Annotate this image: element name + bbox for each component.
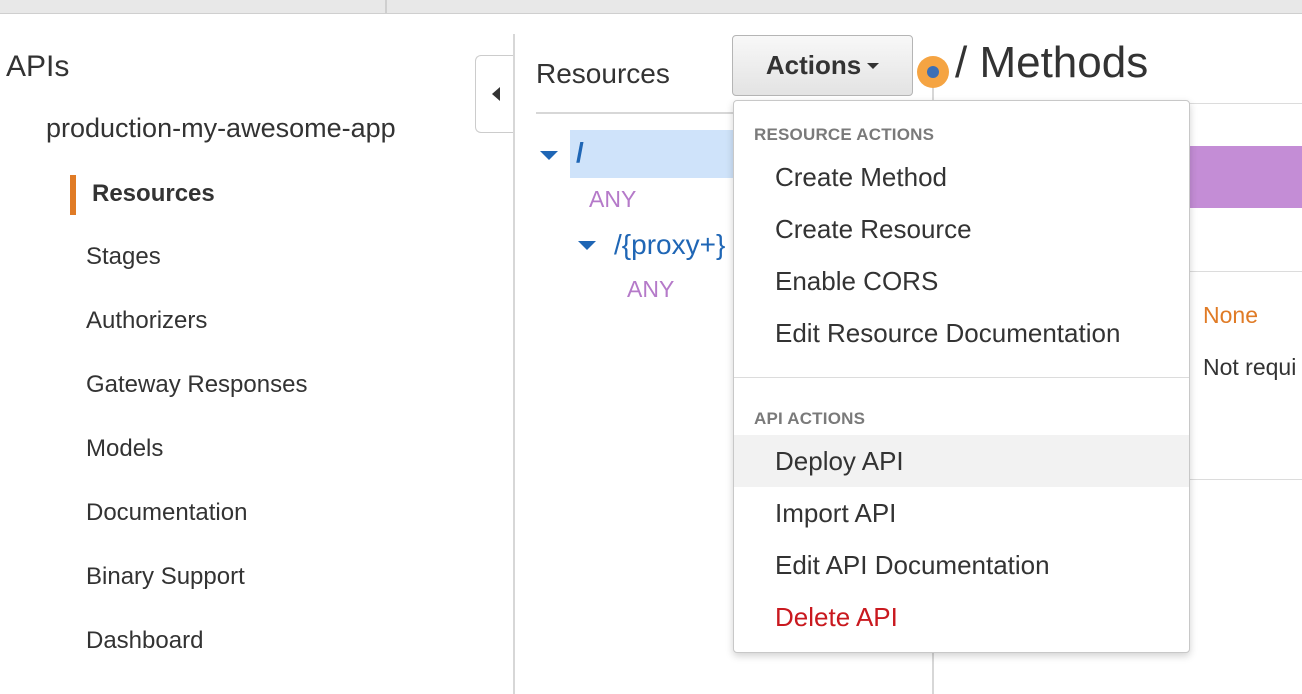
sidebar-item-stages[interactable]: Stages <box>86 243 161 271</box>
sidebar-item-binary-support[interactable]: Binary Support <box>86 563 245 591</box>
divider <box>1188 271 1302 272</box>
menu-item-enable-cors[interactable]: Enable CORS <box>734 255 1189 307</box>
actions-dropdown-menu: RESOURCE ACTIONS Create Method Create Re… <box>733 100 1190 653</box>
sidebar-item-gateway-responses[interactable]: Gateway Responses <box>86 371 307 399</box>
chevron-left-icon <box>491 87 500 101</box>
methods-title: / Methods <box>955 38 1149 87</box>
method-any[interactable]: ANY <box>589 186 636 213</box>
hotspot-icon[interactable] <box>917 56 949 88</box>
expand-arrow-icon[interactable] <box>578 241 596 250</box>
api-actions-section: API ACTIONS <box>754 409 866 428</box>
api-key-value: Not requi <box>1203 354 1297 380</box>
menu-item-create-resource[interactable]: Create Resource <box>734 203 1189 255</box>
sidebar-item-documentation[interactable]: Documentation <box>86 499 247 527</box>
selected-row-highlight <box>570 130 740 178</box>
sidebar-item-models[interactable]: Models <box>86 435 163 463</box>
active-indicator <box>70 175 76 215</box>
top-bar <box>0 0 1302 14</box>
resource-actions-section: RESOURCE ACTIONS <box>754 125 935 144</box>
menu-item-edit-resource-documentation[interactable]: Edit Resource Documentation <box>734 307 1189 359</box>
apis-title[interactable]: APIs <box>6 50 69 84</box>
actions-label: Actions <box>765 50 862 80</box>
hotspot-center <box>927 66 939 78</box>
resource-proxy[interactable]: /{proxy+} <box>614 229 725 261</box>
sidebar-item-authorizers[interactable]: Authorizers <box>86 307 207 335</box>
actions-button[interactable]: Actions <box>732 35 913 96</box>
menu-item-create-method[interactable]: Create Method <box>734 151 1189 203</box>
resources-heading: Resources <box>536 58 670 89</box>
method-any-bar[interactable] <box>1188 146 1302 208</box>
panel-divider <box>513 34 515 694</box>
sidebar-item-resources[interactable]: Resources <box>92 180 215 208</box>
resource-root[interactable]: / <box>576 137 584 169</box>
divider <box>1188 479 1302 480</box>
sidebar-item-dashboard[interactable]: Dashboard <box>86 627 203 655</box>
menu-item-edit-api-documentation[interactable]: Edit API Documentation <box>734 539 1189 591</box>
expand-arrow-icon[interactable] <box>540 151 558 160</box>
menu-item-delete-api[interactable]: Delete API <box>734 591 1189 643</box>
divider <box>1188 103 1302 104</box>
authorization-value: None <box>1203 302 1258 328</box>
menu-separator <box>734 377 1189 378</box>
api-name-link[interactable]: production-my-awesome-app <box>46 113 396 144</box>
caret-down-icon <box>867 62 880 69</box>
method-any[interactable]: ANY <box>627 276 674 303</box>
menu-item-import-api[interactable]: Import API <box>734 487 1189 539</box>
menu-item-deploy-api[interactable]: Deploy API <box>734 435 1189 487</box>
top-bar-divider <box>385 0 387 13</box>
collapse-sidebar-button[interactable] <box>475 55 515 133</box>
